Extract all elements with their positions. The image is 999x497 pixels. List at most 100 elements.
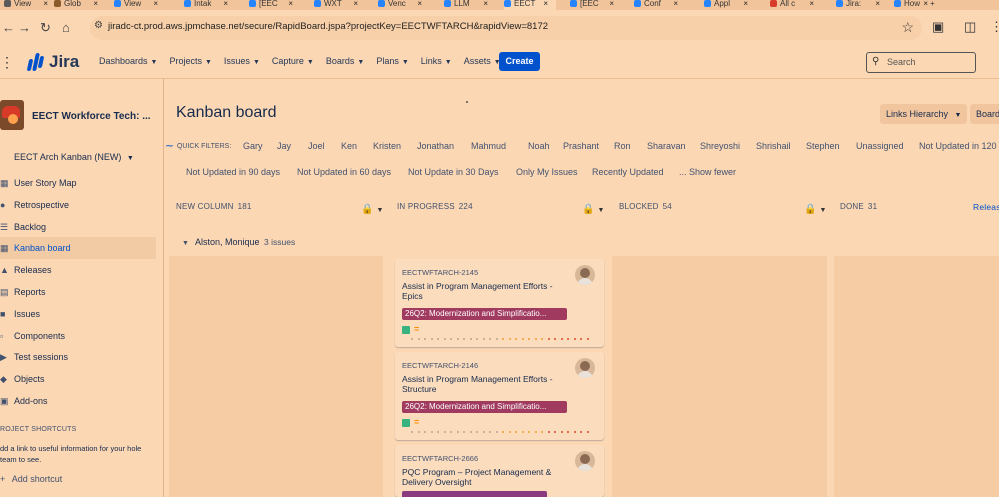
assignee-avatar[interactable] (575, 265, 595, 285)
quick-filter-not-updated-in-120[interactable]: Not Updated in 120 (919, 141, 997, 151)
browser-tab[interactable]: View × (114, 0, 166, 10)
quick-filter-not-updated-in-90-days[interactable]: Not Updated in 90 days (186, 167, 280, 177)
forward-arrow-icon[interactable]: → (18, 20, 31, 35)
browser-tab[interactable]: LLM × (444, 0, 496, 10)
board-selector[interactable]: EECT Arch Kanban (NEW) ▼ (14, 152, 134, 162)
app-switcher-icon[interactable]: ⋮ (0, 54, 14, 71)
quick-filter-ken[interactable]: Ken (341, 141, 357, 151)
nav-projects[interactable]: Projects ▼ (169, 56, 211, 66)
sidebar-item-releases[interactable]: ▲ Releases (0, 259, 156, 281)
close-icon[interactable]: × (875, 0, 880, 8)
board-menu-button[interactable]: Board (970, 104, 999, 124)
create-button[interactable]: Create (499, 52, 540, 71)
release-link[interactable]: Releas (973, 202, 999, 212)
browser-tab[interactable]: WXT × (314, 0, 366, 10)
sidebar-item-objects[interactable]: ◆ Objects (0, 368, 156, 390)
browser-tab[interactable]: Jira: × (836, 0, 888, 10)
browser-tab[interactable]: Venc × (378, 0, 430, 10)
browser-tab[interactable]: Appl × (704, 0, 756, 10)
browser-tab[interactable]: All c × (770, 0, 822, 10)
column-header-blocked[interactable]: BLOCKED 54 (619, 202, 672, 211)
sidebar-item-backlog[interactable]: ☰ Backlog (0, 216, 156, 238)
epic-label[interactable]: 26Q2: Modernization and Simplificatio... (402, 308, 567, 320)
quick-filter-recently-updated[interactable]: Recently Updated (592, 167, 664, 177)
quick-filter-shrishail[interactable]: Shrishail (756, 141, 791, 151)
nav-links[interactable]: Links ▼ (421, 56, 452, 66)
issue-card[interactable]: EECTWFTARCH-2146 Assist in Program Manage… (395, 352, 604, 440)
url-field[interactable]: ⚙ jiradc-ct.prod.aws.jpmchase.net/secure… (90, 16, 922, 40)
browser-tab[interactable]: EECT × (504, 0, 556, 10)
close-icon[interactable]: × (809, 0, 814, 8)
issue-card[interactable]: EECTWFTARCH-2145 Assist in Program Manage… (395, 259, 604, 347)
sidebar-item-user-story-map[interactable]: ▦ User Story Map (0, 172, 156, 194)
sidebar-item-components[interactable]: ▫ Components (0, 325, 156, 347)
assignee-avatar[interactable] (575, 451, 595, 471)
quick-filter-mahmud[interactable]: Mahmud (471, 141, 506, 151)
extensions-icon[interactable]: ▣ (932, 19, 944, 35)
column-lock-icon[interactable]: 🔒 ▼ (804, 204, 826, 215)
close-icon[interactable]: × (609, 0, 614, 8)
close-icon[interactable]: × (417, 0, 422, 8)
close-icon[interactable]: × (153, 0, 158, 8)
issue-key[interactable]: EECTWFTARCH-2666 (402, 454, 478, 463)
sidebar-item-issues[interactable]: ■ Issues (0, 303, 156, 325)
browser-tab[interactable]: Intak × (184, 0, 236, 10)
sidebar-item-reports[interactable]: ▤ Reports (0, 281, 156, 303)
swimlane-header[interactable]: ▼ Alston, Monique 3 issues (182, 237, 295, 247)
issue-key[interactable]: EECTWFTARCH-2146 (402, 361, 478, 370)
issue-card[interactable]: EECTWFTARCH-2666 PQC Program – Project Ma… (395, 445, 604, 497)
quick-filter-stephen[interactable]: Stephen (806, 141, 840, 151)
close-icon[interactable]: × (93, 0, 98, 8)
quick-filter-ron[interactable]: Ron (614, 141, 631, 151)
close-icon[interactable]: × (483, 0, 488, 8)
epic-label[interactable]: 26Q2: Modernization and Simplificatio... (402, 401, 567, 413)
quick-filter-not-update-in-30-days[interactable]: Not Update in 30 Days (408, 167, 499, 177)
column-header-in-progress[interactable]: IN PROGRESS 224 (397, 202, 473, 211)
column-header-done[interactable]: DONE 31 (840, 202, 877, 211)
sidebar-item-add-ons[interactable]: ▣ Add-ons (0, 390, 156, 412)
quick-filter-kristen[interactable]: Kristen (373, 141, 401, 151)
column-lock-icon[interactable]: 🔒 ▼ (361, 204, 383, 215)
new-tab-icon[interactable]: + (930, 0, 940, 10)
sidebar-item-test-sessions[interactable]: ▶ Test sessions (0, 346, 156, 368)
nav-issues[interactable]: Issues ▼ (224, 56, 260, 66)
column-lock-icon[interactable]: 🔒 ▼ (582, 204, 604, 215)
quick-filter-joel[interactable]: Joel (308, 141, 325, 151)
home-icon[interactable]: ⌂ (62, 20, 70, 35)
site-info-icon[interactable]: ⚙ (94, 20, 103, 31)
close-icon[interactable]: × (353, 0, 358, 8)
close-icon[interactable]: × (543, 0, 548, 8)
browser-tab[interactable]: [EEC × (570, 0, 622, 10)
browser-tab[interactable]: Conf × (634, 0, 686, 10)
close-icon[interactable]: × (743, 0, 748, 8)
assignee-avatar[interactable] (575, 358, 595, 378)
close-icon[interactable]: × (923, 0, 928, 8)
quick-filter-jonathan[interactable]: Jonathan (417, 141, 454, 151)
project-avatar[interactable] (0, 100, 24, 130)
sidebar-item-kanban-board[interactable]: ▦ Kanban board (0, 237, 156, 260)
back-arrow-icon[interactable]: ← (2, 20, 15, 35)
cast-icon[interactable]: ◫ (964, 19, 976, 35)
links-hierarchy-button[interactable]: Links Hierarchy ▼ (880, 104, 968, 124)
search-input[interactable]: ⚲ Search (866, 52, 976, 73)
quick-filter-sharavan[interactable]: Sharavan (647, 141, 686, 151)
quick-filter-not-updated-in-60-days[interactable]: Not Updated in 60 days (297, 167, 391, 177)
nav-capture[interactable]: Capture ▼ (272, 56, 314, 66)
issue-key[interactable]: EECTWFTARCH-2145 (402, 268, 478, 277)
nav-assets[interactable]: Assets ▼ (464, 56, 501, 66)
browser-tab[interactable]: View × (4, 0, 56, 10)
jira-logo[interactable]: Jira (26, 52, 79, 72)
add-shortcut-link[interactable]: + Add shortcut (0, 474, 62, 484)
nav-boards[interactable]: Boards ▼ (326, 56, 364, 66)
quick-filter-gary[interactable]: Gary (243, 141, 263, 151)
quick-filter-show-fewer[interactable]: ... Show fewer (679, 167, 736, 177)
close-icon[interactable]: × (43, 0, 48, 8)
nav-plans[interactable]: Plans ▼ (376, 56, 408, 66)
close-icon[interactable]: × (223, 0, 228, 8)
browser-tab[interactable]: [EEC × (249, 0, 301, 10)
close-icon[interactable]: × (673, 0, 678, 8)
bookmark-star-icon[interactable]: ☆ (901, 19, 914, 36)
reload-icon[interactable]: ↻ (40, 20, 51, 36)
quick-filter-only-my-issues[interactable]: Only My Issues (516, 167, 578, 177)
quick-filter-unassigned[interactable]: Unassigned (856, 141, 904, 151)
